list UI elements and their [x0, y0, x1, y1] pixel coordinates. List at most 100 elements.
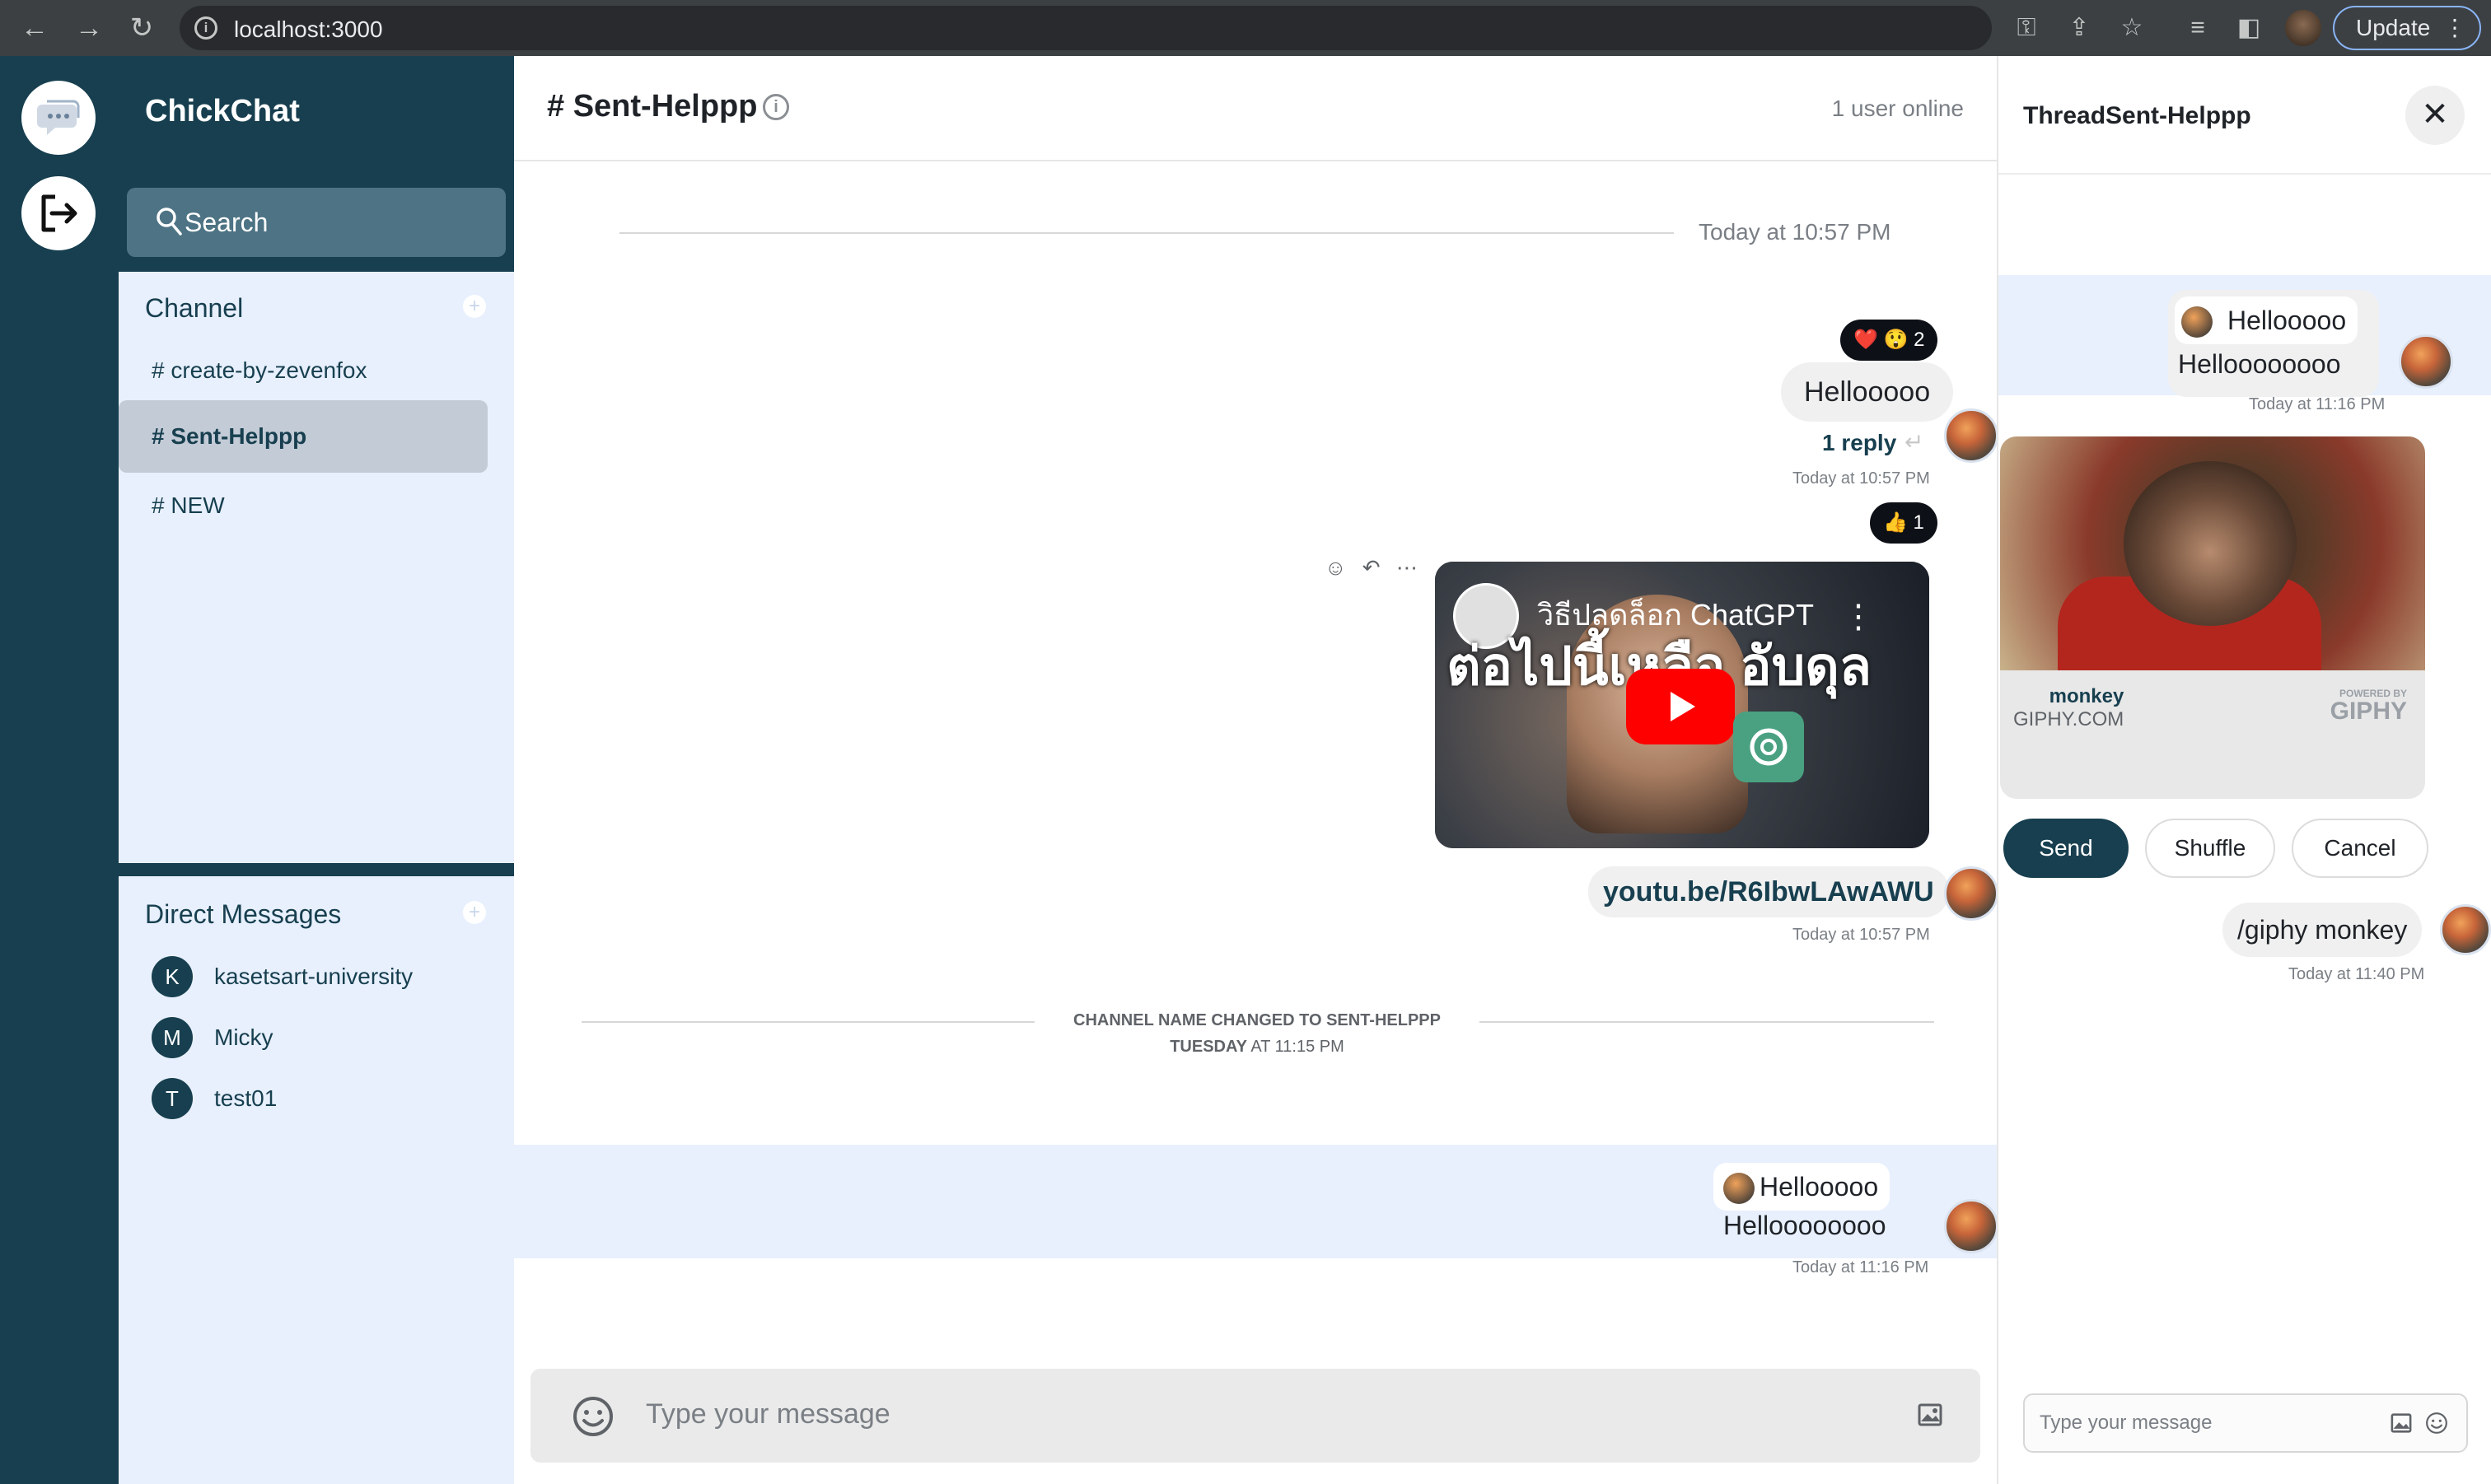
key-icon[interactable]: ⚿ — [2010, 12, 2043, 44]
video-link[interactable]: youtu.be/R6IbwLAwAWU — [1588, 866, 1949, 917]
logout-icon — [41, 194, 77, 232]
site-info-icon[interactable]: i — [194, 16, 217, 40]
close-thread-button[interactable]: ✕ — [2405, 86, 2465, 145]
user-avatar[interactable] — [1944, 1199, 1998, 1253]
reading-list-icon[interactable]: ≡ — [2181, 12, 2214, 44]
chatgpt-icon — [1750, 728, 1788, 766]
quote-avatar — [1723, 1173, 1755, 1204]
address-bar[interactable]: i localhost:3000 — [180, 6, 1992, 50]
system-day: TUESDAY — [1170, 1038, 1247, 1056]
thread-parent-text: Helloooooooo — [2178, 349, 2341, 379]
play-button[interactable] — [1626, 669, 1735, 744]
browser-toolbar: ← → ↻ i localhost:3000 ⚿ ⇪ ☆ ≡ ◧ Update … — [0, 0, 2491, 56]
forward-icon[interactable]: → — [72, 12, 105, 44]
message-timestamp: Today at 10:57 PM — [1792, 469, 1930, 488]
dm-avatar: T — [152, 1078, 193, 1119]
giphy-command-bubble: /giphy monkey — [2222, 903, 2423, 957]
giphy-cancel-button[interactable]: Cancel — [2292, 819, 2428, 878]
emoji-icon[interactable] — [2425, 1412, 2448, 1435]
system-time: AT 11:15 PM — [1250, 1038, 1344, 1056]
user-avatar[interactable] — [2399, 334, 2453, 389]
search-input[interactable]: Search — [127, 188, 506, 257]
bookmark-star-icon[interactable]: ☆ — [2115, 12, 2148, 44]
channel-item-sent-helppp[interactable]: # Sent-Helppp — [119, 400, 488, 473]
channel-section-title: Channel — [145, 293, 244, 323]
dm-item-micky[interactable]: M Micky — [152, 1016, 273, 1059]
logout-button[interactable] — [21, 176, 96, 250]
reload-icon[interactable]: ↻ — [125, 12, 158, 44]
close-icon: ✕ — [2421, 96, 2449, 133]
more-menu-icon[interactable]: ⋮ — [2443, 7, 2466, 49]
reply-count-link[interactable]: 1 reply — [1822, 430, 1896, 456]
more-options-icon[interactable]: ⋯ — [1396, 555, 1418, 580]
thread-quoted-snippet[interactable]: Hellooooo — [2175, 296, 2358, 344]
sidebar-divider — [119, 863, 514, 876]
sidebar: ChickChat Search Channel + # create-by-z… — [119, 56, 514, 1484]
giphy-preview: monkey GIPHY.COM POWERED BY GIPHY — [2000, 436, 2425, 799]
dm-avatar: M — [152, 1017, 193, 1058]
chat-app-button[interactable] — [21, 81, 96, 155]
thread-parent-timestamp: Today at 11:16 PM — [2249, 395, 2386, 413]
quoted-snippet[interactable]: Hellooooo — [1713, 1163, 1890, 1211]
update-button[interactable]: Update ⋮ — [2333, 6, 2481, 50]
message-timestamp: Today at 11:16 PM — [1792, 1258, 1929, 1276]
side-panel-icon[interactable]: ◧ — [2232, 12, 2265, 44]
image-upload-icon[interactable] — [2391, 1413, 2412, 1433]
dm-name: Micky — [214, 1024, 273, 1050]
emoji-icon[interactable] — [572, 1395, 615, 1438]
system-message-time: TUESDAY AT 11:15 PM — [1051, 1038, 1463, 1057]
channel-info-icon[interactable]: i — [763, 94, 789, 120]
system-message: CHANNEL NAME CHANGED TO SENT-HELPPP — [1073, 1011, 1441, 1029]
thread-message-input[interactable]: Type your message — [2040, 1412, 2212, 1435]
sidebar-header: ChickChat Search — [119, 56, 514, 272]
channel-title: # Sent-Helppp — [547, 89, 758, 124]
chat-bubble-icon — [37, 100, 80, 135]
date-separator: Today at 10:57 PM — [1699, 219, 1891, 245]
online-status: 1 user online — [1831, 96, 1964, 121]
youtube-embed[interactable]: วิธีปลดล็อก ChatGPT ต่อไปนี้เหลือ อับดุล… — [1435, 562, 1929, 848]
message-timestamp: Today at 10:57 PM — [1792, 926, 1930, 944]
dm-name: kasetsart-university — [214, 964, 414, 989]
date-separator-line — [619, 232, 1674, 234]
channel-item-create-by-zevenfox[interactable]: # create-by-zevenfox — [119, 334, 488, 407]
dm-item-kasetsart-university[interactable]: K kasetsart-university — [152, 955, 413, 998]
message-bubble: Hellooooo — [1781, 362, 1954, 422]
message-input[interactable]: Type your message — [646, 1398, 890, 1430]
back-icon[interactable]: ← — [18, 12, 51, 44]
giphy-title: monkey — [2049, 685, 2124, 707]
quote-text: Hellooooo — [1760, 1172, 1879, 1202]
thread-title: ThreadSent-Helppp — [2023, 102, 2251, 129]
video-menu-icon[interactable]: ⋮ — [1842, 598, 1875, 636]
user-avatar[interactable] — [1944, 866, 1998, 921]
dm-name: test01 — [214, 1085, 278, 1111]
dm-section-title: Direct Messages — [145, 899, 342, 929]
dm-item-test01[interactable]: T test01 — [152, 1077, 277, 1120]
system-line-right — [1479, 1021, 1934, 1023]
add-reaction-icon[interactable]: ☺ — [1325, 555, 1347, 580]
giphy-send-button[interactable]: Send — [2003, 819, 2129, 878]
reaction-badge[interactable]: 👍 1 — [1870, 502, 1937, 544]
share-icon[interactable]: ⇪ — [2063, 12, 2096, 44]
thread-header: ThreadSent-Helppp ✕ — [1998, 56, 2491, 175]
add-dm-icon[interactable]: + — [463, 901, 486, 924]
command-timestamp: Today at 11:40 PM — [2288, 965, 2425, 983]
quote-text: Hellooooo — [2227, 306, 2347, 335]
image-upload-icon[interactable] — [1918, 1403, 1942, 1426]
search-icon — [157, 208, 182, 236]
app-name: ChickChat — [145, 94, 300, 128]
thread-composer[interactable]: Type your message — [2023, 1393, 2468, 1453]
channel-item-new[interactable]: # NEW — [119, 469, 488, 542]
system-line-left — [582, 1021, 1035, 1023]
profile-avatar[interactable] — [2285, 10, 2321, 46]
giphy-shuffle-button[interactable]: Shuffle — [2145, 819, 2275, 878]
message-composer[interactable]: Type your message — [530, 1369, 1980, 1463]
reply-icon[interactable]: ↶ — [1362, 555, 1381, 580]
user-avatar[interactable] — [2440, 904, 2491, 955]
search-label: Search — [185, 208, 269, 237]
user-avatar[interactable] — [1944, 408, 1998, 463]
add-channel-icon[interactable]: + — [463, 295, 486, 318]
reply-arrow-icon: ↵ — [1904, 429, 1924, 455]
url-text[interactable]: localhost:3000 — [234, 16, 383, 43]
channel-header: # Sent-Helppp i 1 user online — [514, 56, 1997, 161]
reaction-badge[interactable]: ❤️ 😲 2 — [1840, 320, 1938, 361]
